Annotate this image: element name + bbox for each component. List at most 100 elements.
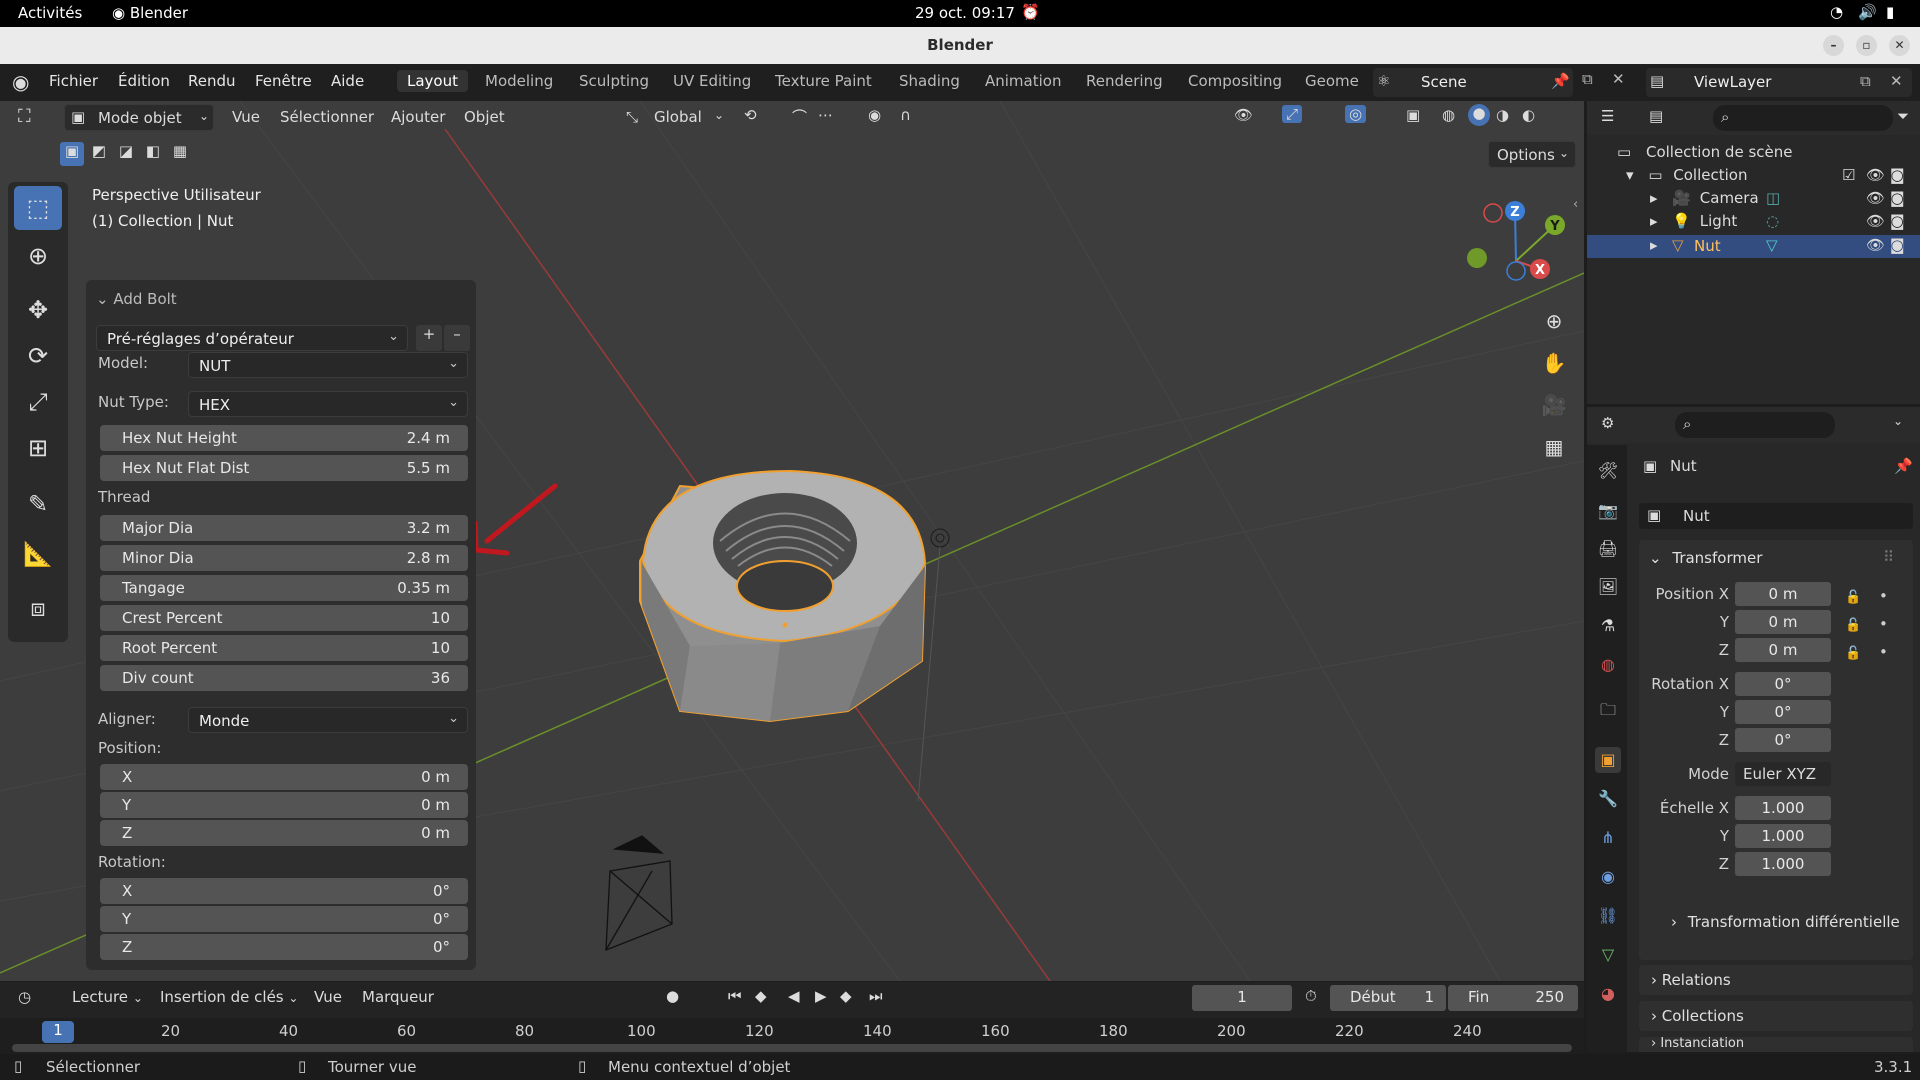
wifi-icon[interactable]: ◔ [1830, 3, 1843, 21]
pan-hand-icon[interactable]: ✋ [1538, 347, 1570, 379]
minor-dia-field[interactable]: Minor Dia 2.8 m [100, 545, 468, 571]
scene-tab-icon[interactable]: ⚗ [1595, 613, 1621, 639]
checkbox-icon[interactable]: ☑ [1842, 166, 1855, 184]
menu-insertion-de-cles[interactable]: Insertion de clés ⌄ [160, 988, 298, 1006]
annotate-tool-icon[interactable]: ✎ [14, 482, 62, 526]
collection-tab-icon[interactable]: 🗀 [1595, 697, 1621, 723]
prop-rotation-z[interactable]: 0° [1735, 728, 1831, 752]
particles-tab-icon[interactable]: ⋔ [1595, 825, 1621, 851]
stopwatch-icon[interactable]: ⏱ [1305, 987, 1317, 1005]
menu-lecture[interactable]: Lecture ⌄ [72, 988, 143, 1006]
major-dia-field[interactable]: Major Dia 3.2 m [100, 515, 468, 541]
render-camera-icon[interactable]: ◙ [1890, 236, 1905, 254]
delta-transform-subpanel[interactable]: › Transformation différentielle [1671, 913, 1900, 931]
menu-vue-timeline[interactable]: Vue [314, 988, 342, 1006]
chevron-down-icon[interactable]: ⌄ [1893, 414, 1903, 428]
lock-icon[interactable]: 🔓 [1845, 612, 1861, 640]
rotation-y-field[interactable]: Y 0° [100, 906, 468, 932]
scene-collection-row[interactable]: ▭ Collection de scène [1617, 143, 1792, 161]
lock-icon[interactable]: 🔓 [1845, 640, 1861, 668]
filter-icon[interactable]: ⏷ [1897, 107, 1909, 125]
camera-object[interactable] [605, 835, 673, 951]
prop-position-y[interactable]: 0 m [1735, 610, 1831, 634]
align-dropdown[interactable]: Monde ⌄ [188, 707, 468, 733]
render-camera-icon[interactable]: ◙ [1890, 166, 1905, 184]
play-icon[interactable]: ▶ [815, 987, 827, 1005]
clock[interactable]: 29 oct. 09:17 [915, 4, 1015, 22]
rotation-mode-dropdown[interactable]: Euler XYZ [1735, 762, 1831, 786]
view-layer-tab-icon[interactable]: 🖼 [1595, 574, 1621, 600]
volume-icon[interactable]: 🔊 [1858, 3, 1877, 21]
blender-app-menu[interactable]: ◉ Blender [112, 4, 188, 22]
model-dropdown[interactable]: NUT ⌄ [188, 352, 468, 378]
eye-icon[interactable]: 👁 [1866, 166, 1885, 184]
prop-scale-x[interactable]: 1.000 [1735, 796, 1831, 820]
add-cube-tool-icon[interactable]: ⧈ [14, 586, 62, 630]
proportional-edit-icon[interactable]: ◉ [868, 106, 881, 124]
rotation-z-field[interactable]: Z 0° [100, 934, 468, 960]
eye-icon[interactable]: 👁 [1866, 212, 1885, 230]
menu-selectionner[interactable]: Sélectionner [280, 108, 374, 126]
outliner-item-camera[interactable]: ▸ 🎥 Camera ◫ 👁 ◙ [1650, 189, 1920, 211]
viewlayer-selector[interactable]: ▤ ViewLayer ⧉ ✕ [1646, 68, 1912, 97]
outliner-editor-icon[interactable]: ☰ [1601, 107, 1614, 125]
neg-y-handle[interactable] [1467, 248, 1487, 268]
menu-ajouter[interactable]: Ajouter [391, 108, 445, 126]
transform-panel-header[interactable]: ⌄ Transformer [1649, 549, 1762, 567]
output-tab-icon[interactable]: 🖨 [1595, 536, 1621, 562]
select-invert-icon[interactable]: ◧ [141, 142, 165, 166]
lock-icon[interactable]: 🔓 [1845, 584, 1861, 612]
sidebar-toggle-icon[interactable]: ‹ [1573, 197, 1578, 212]
menu-objet[interactable]: Objet [464, 108, 505, 126]
root-percent-field[interactable]: Root Percent 10 [100, 635, 468, 661]
menu-marqueur[interactable]: Marqueur [362, 988, 434, 1006]
div-count-field[interactable]: Div count 36 [100, 665, 468, 691]
keyframe-dot-icon[interactable]: • [1879, 582, 1888, 610]
transform-tool-icon[interactable]: ⊞ [14, 426, 62, 470]
nut-type-dropdown[interactable]: HEX ⌄ [188, 391, 468, 417]
overlay-toggle-icon[interactable]: ◎ [1345, 105, 1367, 123]
move-tool-icon[interactable]: ✥ [14, 288, 62, 332]
keyframe-dot-icon[interactable]: • [1879, 638, 1888, 666]
delete-scene-icon[interactable]: ✕ [1612, 70, 1625, 88]
zoom-icon[interactable]: ⊕ [1538, 305, 1570, 337]
remove-preset-button[interactable]: – [444, 325, 470, 351]
menu-aide[interactable]: Aide [331, 72, 364, 90]
gizmo-toggle-icon[interactable]: ⤢ [1282, 105, 1303, 123]
solid-shading-icon[interactable]: ● [1468, 104, 1490, 126]
physics-tab-icon[interactable]: ◉ [1595, 864, 1621, 890]
editor-type-icon[interactable]: ⛶ [18, 106, 31, 127]
object-name-field[interactable]: ▣ Nut [1639, 503, 1913, 529]
display-mode-icon[interactable]: ▤ [1649, 107, 1663, 125]
grid-view-icon[interactable]: ▦ [1538, 431, 1570, 463]
xray-icon[interactable]: ▣ [1406, 106, 1420, 124]
start-frame-field[interactable]: Début 1 [1330, 985, 1446, 1011]
rotate-tool-icon[interactable]: ⟳ [14, 334, 62, 378]
prop-position-x[interactable]: 0 m [1735, 582, 1831, 606]
snap-increment-icon[interactable]: ⋯ [818, 106, 833, 124]
pin-icon[interactable]: 📌 [1551, 72, 1570, 90]
constraints-tab-icon[interactable]: ⛓ [1595, 903, 1621, 929]
mode-selector[interactable]: ▣ Mode objet ⌄ [64, 104, 214, 131]
add-preset-button[interactable]: + [416, 325, 442, 351]
tab-texture-paint[interactable]: Texture Paint [775, 72, 872, 90]
rendered-shading-icon[interactable]: ◐ [1522, 106, 1535, 124]
expand-icon[interactable]: ▾ [1626, 166, 1634, 184]
modifier-tab-icon[interactable]: 🔧 [1595, 786, 1621, 812]
tab-sculpting[interactable]: Sculpting [579, 72, 649, 90]
timeline-scrollbar[interactable] [12, 1044, 1572, 1052]
jump-start-icon[interactable]: ⏮ [728, 987, 742, 1005]
tab-compositing[interactable]: Compositing [1188, 72, 1282, 90]
next-keyframe-icon[interactable]: ◆ [840, 987, 852, 1005]
nut-object[interactable] [639, 469, 927, 723]
render-camera-icon[interactable]: ◙ [1890, 212, 1905, 230]
transform-orientation-selector[interactable]: ⤡ Global ⌄ [624, 105, 730, 132]
position-x-field[interactable]: X 0 m [100, 764, 468, 790]
properties-search-input[interactable]: ⌕ [1675, 412, 1835, 438]
menu-edition[interactable]: Édition [118, 72, 170, 90]
collection-row[interactable]: ▾ ▭ Collection ☑ 👁 ◙ [1626, 166, 1920, 188]
measure-tool-icon[interactable]: 📐 [14, 532, 62, 576]
expand-icon[interactable]: ▸ [1650, 236, 1658, 254]
render-tab-icon[interactable]: 📷 [1595, 498, 1621, 524]
select-subtract-icon[interactable]: ◪ [114, 142, 138, 166]
